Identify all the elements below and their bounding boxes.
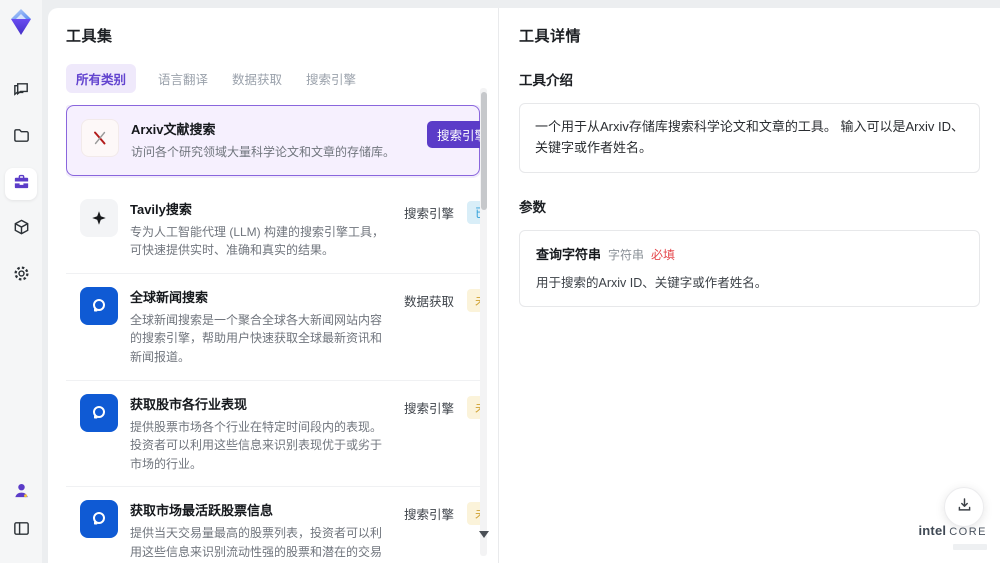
tool-status-badge: 已授权 bbox=[467, 200, 480, 224]
tool-description: 提供当天交易量最高的股票列表，投资者可以利用这些信息来识别流动性强的股票和潜在的… bbox=[130, 526, 383, 557]
blue-app-icon bbox=[80, 500, 118, 539]
page-title: 工具集 bbox=[66, 28, 113, 45]
tool-status-badge: 未授权 bbox=[467, 395, 480, 419]
tool-name: 获取股市各行业表现 bbox=[130, 396, 248, 412]
tool-status-badge: 未授权 bbox=[467, 288, 480, 312]
scroll-down-caret[interactable] bbox=[479, 531, 489, 538]
param-name: 查询字符串 bbox=[536, 246, 602, 262]
tool-category-label: 搜索引擎 bbox=[404, 206, 455, 221]
tool-category-label: 搜索引擎 bbox=[404, 508, 455, 523]
param-type: 字符串 bbox=[608, 247, 645, 262]
intel-core-logo: intel core bbox=[918, 522, 987, 555]
param-card: 查询字符串 字符串 必填 用于搜索的Arxiv ID、关键字或作者姓名。 bbox=[519, 229, 980, 307]
tool-status-badge: 未授权 bbox=[467, 502, 480, 526]
tool-name: Tavily搜索 bbox=[130, 201, 192, 217]
tool-category-label: 数据获取 bbox=[404, 294, 455, 309]
tool-description: 全球新闻搜索是一个聚合全球各大新闻网站内容的搜索引擎，帮助用户快速获取全球最新资… bbox=[130, 312, 383, 364]
tool-category-label: 搜索引擎 bbox=[404, 401, 455, 416]
tool-card-tavily[interactable]: Tavily搜索 专为人工智能代理 (LLM) 构建的搜索引擎工具，可快速提供实… bbox=[66, 186, 480, 274]
download-button[interactable] bbox=[944, 487, 984, 527]
intro-text-box: 一个用于从Arxiv存储库搜索科学论文和文章的工具。 输入可以是Arxiv ID… bbox=[519, 103, 980, 173]
tool-description: 专为人工智能代理 (LLM) 构建的搜索引擎工具，可快速提供实时、准确和真实的结… bbox=[130, 224, 385, 258]
app-logo[interactable] bbox=[7, 8, 35, 36]
cube-icon bbox=[12, 218, 31, 242]
tab-all-categories[interactable]: 所有类别 bbox=[66, 64, 137, 93]
tool-detail-pane: 工具详情 工具介绍 一个用于从Arxiv存储库搜索科学论文和文章的工具。 输入可… bbox=[499, 8, 1000, 563]
tab-data-fetch[interactable]: 数据获取 bbox=[230, 64, 284, 93]
brand-subline bbox=[953, 544, 987, 551]
tool-name: 全球新闻搜索 bbox=[130, 289, 209, 305]
tool-description: 提供股票市场各个行业在特定时间段内的表现。投资者可以利用这些信息来识别表现优于或… bbox=[130, 419, 383, 471]
tool-card-global-news[interactable]: 全球新闻搜索 全球新闻搜索是一个聚合全球各大新闻网站内容的搜索引擎，帮助用户快速… bbox=[66, 274, 480, 381]
download-icon bbox=[956, 496, 973, 518]
sidebar-item-collapse[interactable] bbox=[5, 515, 37, 547]
sidebar-item-files[interactable] bbox=[5, 122, 37, 154]
tab-language-translation[interactable]: 语言翻译 bbox=[156, 64, 210, 93]
tool-name: 获取市场最活跃股票信息 bbox=[130, 503, 274, 519]
panel-toggle-icon bbox=[12, 519, 31, 543]
sidebar-item-profile[interactable] bbox=[5, 477, 37, 509]
sidebar-item-plugins[interactable] bbox=[5, 214, 37, 246]
gear-icon bbox=[12, 264, 31, 288]
folder-icon bbox=[12, 126, 31, 150]
core-wordmark: core bbox=[949, 525, 987, 538]
tool-list-pane: 工具集 所有类别 语言翻译 数据获取 搜索引擎 Arxiv文献搜索 访问各个研究… bbox=[48, 8, 498, 563]
tool-category-badge[interactable]: 搜索引擎 bbox=[427, 121, 480, 148]
tool-card-arxiv[interactable]: Arxiv文献搜索 访问各个研究领域大量科学论文和文章的存储库。 搜索引擎 已授… bbox=[66, 105, 480, 176]
tool-card-sector-performance[interactable]: 获取股市各行业表现 提供股票市场各个行业在特定时间段内的表现。投资者可以利用这些… bbox=[66, 381, 480, 488]
sidebar-rail bbox=[0, 0, 42, 563]
sidebar-item-chat[interactable] bbox=[5, 76, 37, 108]
chat-icon bbox=[12, 80, 31, 104]
intro-text: 一个用于从Arxiv存储库搜索科学论文和文章的工具。 输入可以是Arxiv ID… bbox=[535, 119, 965, 155]
params-heading: 参数 bbox=[519, 199, 546, 215]
intel-wordmark: intel bbox=[918, 522, 947, 538]
sparkle-icon bbox=[80, 198, 118, 237]
tab-search-engine[interactable]: 搜索引擎 bbox=[304, 64, 358, 93]
arxiv-logo-icon bbox=[81, 119, 119, 157]
tool-description: 访问各个研究领域大量科学论文和文章的存储库。 bbox=[131, 145, 396, 159]
category-tabs: 所有类别 语言翻译 数据获取 搜索引擎 bbox=[66, 64, 498, 93]
blue-app-icon bbox=[80, 393, 118, 432]
briefcase-icon bbox=[12, 172, 31, 196]
intro-heading: 工具介绍 bbox=[519, 73, 573, 88]
param-required-flag: 必填 bbox=[651, 247, 676, 262]
tool-name: Arxiv文献搜索 bbox=[131, 122, 216, 137]
scrollbar-thumb[interactable] bbox=[480, 92, 487, 210]
sidebar-item-settings[interactable] bbox=[5, 260, 37, 292]
sidebar-item-tools[interactable] bbox=[5, 168, 37, 200]
param-description: 用于搜索的Arxiv ID、关键字或作者姓名。 bbox=[536, 275, 768, 290]
detail-title: 工具详情 bbox=[519, 28, 582, 45]
tool-card-most-active-stocks[interactable]: 获取市场最活跃股票信息 提供当天交易量最高的股票列表，投资者可以利用这些信息来识… bbox=[66, 487, 480, 557]
blue-app-icon bbox=[80, 286, 118, 325]
scrollbar[interactable] bbox=[479, 88, 489, 556]
user-icon bbox=[12, 481, 31, 505]
tool-list: Arxiv文献搜索 访问各个研究领域大量科学论文和文章的存储库。 搜索引擎 已授… bbox=[66, 105, 480, 557]
main-panel: 工具集 所有类别 语言翻译 数据获取 搜索引擎 Arxiv文献搜索 访问各个研究… bbox=[48, 8, 1000, 563]
